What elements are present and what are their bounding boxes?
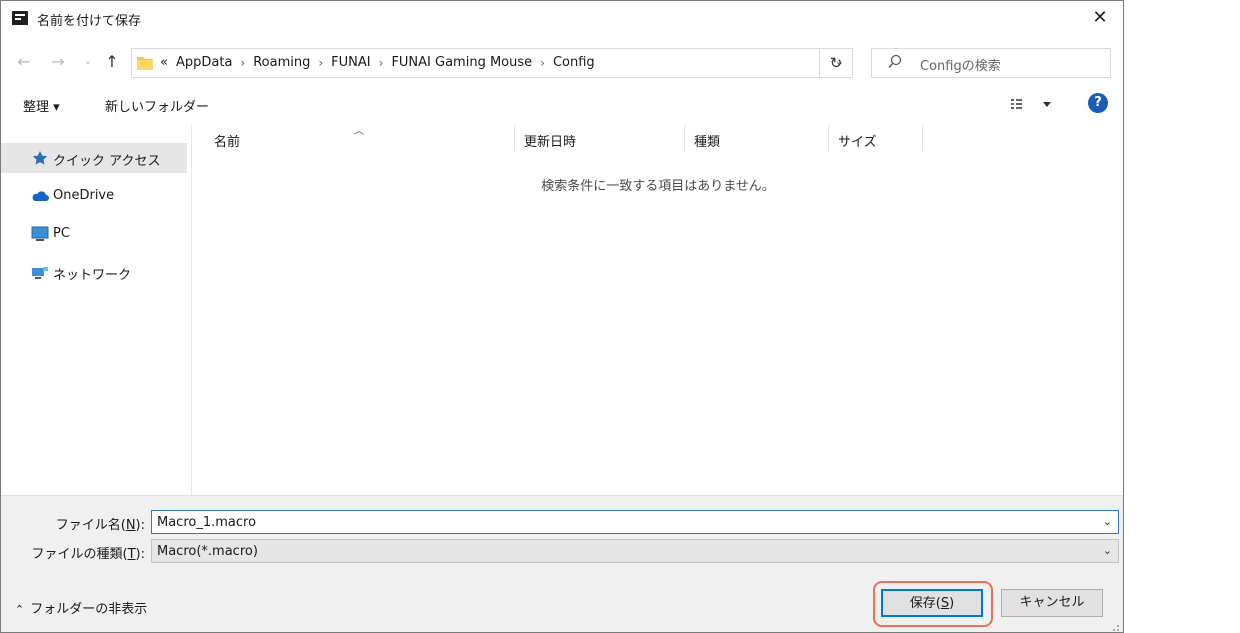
sidebar-item-quick-access[interactable]: クイック アクセス <box>1 143 187 173</box>
breadcrumb-item[interactable]: FUNAI Gaming Mouse <box>391 55 532 70</box>
column-separator[interactable] <box>684 125 685 151</box>
hide-folders-button[interactable]: ⌃ フォルダーの非表示 <box>15 598 147 617</box>
chevron-up-icon: ⌃ <box>15 603 25 616</box>
organize-menu[interactable]: 整理 ▾ <box>23 96 60 115</box>
breadcrumb-separator-icon[interactable]: › <box>240 56 245 70</box>
sidebar-item-label: ネットワーク <box>53 268 132 283</box>
cloud-icon <box>32 191 49 201</box>
save-as-dialog: 名前を付けて保存 ✕ ← → ⌄ ↑ « AppData › Roaming ›… <box>0 0 1124 633</box>
network-icon <box>32 267 48 279</box>
empty-message: 検索条件に一致する項目はありません。 <box>541 179 775 194</box>
column-header-modified[interactable]: 更新日時 <box>524 131 576 150</box>
refresh-button[interactable]: ↻ <box>819 48 853 78</box>
filetype-value: Macro(*.macro) <box>157 544 258 559</box>
column-separator[interactable] <box>828 125 829 151</box>
filename-label: ファイル名(N): <box>55 518 145 533</box>
file-list[interactable]: ︿ 名前 更新日時 種類 サイズ 検索条件に一致する項目はありません。 <box>192 125 1123 495</box>
sort-ascending-icon: ︿ <box>354 126 364 137</box>
cancel-button[interactable]: キャンセル <box>1001 589 1103 617</box>
filename-input[interactable]: Macro_1.macro ⌄ <box>151 510 1119 534</box>
sidebar-item-network[interactable]: ネットワーク <box>1 257 187 287</box>
recent-chevron-icon[interactable]: ⌄ <box>77 50 99 74</box>
chevron-down-icon[interactable]: ⌄ <box>1103 544 1112 557</box>
sidebar-item-pc[interactable]: PC <box>1 219 187 249</box>
forward-arrow-icon[interactable]: → <box>47 50 69 74</box>
filename-value: Macro_1.macro <box>157 515 257 530</box>
app-icon <box>12 11 28 25</box>
command-bar: 整理 ▾ 新しいフォルダー ? <box>1 89 1123 119</box>
breadcrumb-separator-icon[interactable]: › <box>379 56 384 70</box>
sidebar-item-label: OneDrive <box>53 188 115 203</box>
sidebar-item-onedrive[interactable]: OneDrive <box>1 181 187 211</box>
address-bar[interactable]: « AppData › Roaming › FUNAI › FUNAI Gami… <box>131 48 853 78</box>
monitor-icon <box>31 226 49 241</box>
window-title: 名前を付けて保存 <box>37 14 142 29</box>
column-header-size[interactable]: サイズ <box>838 131 877 150</box>
column-header-name[interactable]: 名前 <box>214 131 240 150</box>
navigation-pane: クイック アクセス OneDrive PC ネットワーク <box>1 125 191 495</box>
column-header-type[interactable]: 種類 <box>694 131 720 150</box>
breadcrumb: « AppData › Roaming › FUNAI › FUNAI Gami… <box>160 55 603 70</box>
breadcrumb-item[interactable]: Roaming <box>253 55 310 70</box>
filetype-select[interactable]: Macro(*.macro) ⌄ <box>151 539 1119 563</box>
chevron-down-icon[interactable]: ⌄ <box>1103 515 1112 528</box>
up-arrow-icon[interactable]: ↑ <box>101 50 123 74</box>
breadcrumb-overflow[interactable]: « <box>160 55 168 70</box>
column-separator[interactable] <box>514 125 515 151</box>
breadcrumb-item[interactable]: FUNAI <box>331 55 370 70</box>
title-bar: 名前を付けて保存 ✕ <box>1 1 1123 37</box>
search-icon <box>888 54 902 68</box>
navigation-bar: ← → ⌄ ↑ « AppData › Roaming › FUNAI › FU… <box>1 45 1123 81</box>
sidebar-item-label: PC <box>53 226 70 241</box>
resize-grip-icon[interactable] <box>1110 622 1120 632</box>
star-icon <box>32 151 48 165</box>
folder-icon <box>137 57 153 70</box>
search-placeholder: Configの検索 <box>920 59 1001 74</box>
breadcrumb-item[interactable]: AppData <box>176 55 232 70</box>
save-button-highlight <box>873 581 993 627</box>
filetype-label: ファイルの種類(T): <box>31 547 145 562</box>
new-folder-button[interactable]: 新しいフォルダー <box>105 96 209 115</box>
view-options-icon[interactable] <box>1011 96 1051 112</box>
breadcrumb-separator-icon[interactable]: › <box>540 56 545 70</box>
breadcrumb-item[interactable]: Config <box>553 55 595 70</box>
breadcrumb-separator-icon[interactable]: › <box>318 56 323 70</box>
search-input[interactable]: Configの検索 <box>871 48 1111 78</box>
sidebar-item-label: クイック アクセス <box>53 154 161 169</box>
help-icon[interactable]: ? <box>1088 93 1108 113</box>
column-separator[interactable] <box>922 125 923 151</box>
close-button[interactable]: ✕ <box>1087 5 1113 31</box>
back-arrow-icon[interactable]: ← <box>13 50 35 74</box>
